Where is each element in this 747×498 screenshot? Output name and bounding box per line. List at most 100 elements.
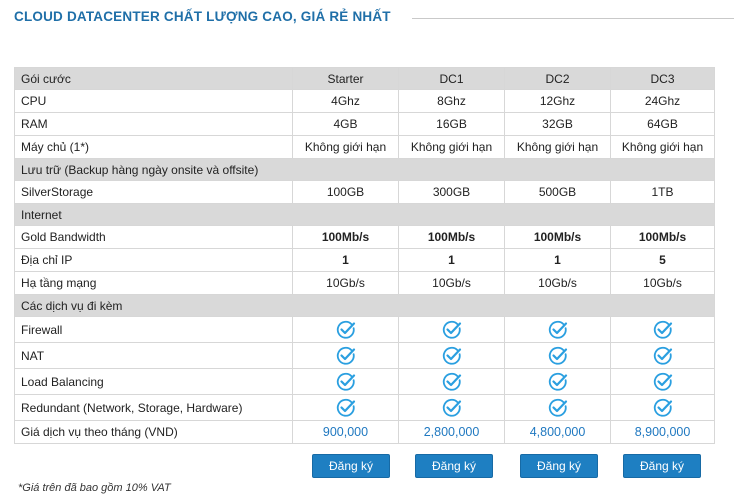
checkmark-circle-icon — [653, 372, 672, 391]
header-plan-dc3: DC3 — [610, 67, 715, 90]
cell-dc3: 5 — [610, 248, 715, 272]
cell-dc3 — [610, 316, 715, 343]
checkmark-circle-icon — [548, 346, 567, 365]
checkmark-circle-icon — [653, 346, 672, 365]
row-label: SilverStorage — [14, 180, 293, 204]
cell-dc2: 500GB — [504, 180, 611, 204]
section-row: Lưu trữ (Backup hàng ngày onsite và offs… — [14, 158, 715, 181]
signup-button-starter[interactable]: Đăng ký — [312, 454, 390, 478]
row-label: Load Balancing — [14, 368, 293, 395]
price-dc3: 8,900,000 — [610, 420, 715, 444]
cell-starter: 100Mb/s — [292, 225, 399, 249]
cell-dc1 — [398, 394, 505, 421]
cell-dc2 — [504, 394, 611, 421]
signup-row: Đăng ký Đăng ký Đăng ký Đăng ký — [0, 454, 747, 478]
checkmark-circle-icon — [336, 398, 355, 417]
page-heading: CLOUD DATACENTER CHẤT LƯỢNG CAO, GIÁ RẺ … — [14, 9, 391, 24]
cell-dc3 — [610, 342, 715, 369]
checkmark-circle-icon — [548, 320, 567, 339]
cell-dc1: 10Gb/s — [398, 271, 505, 295]
row-label: Máy chủ (1*) — [14, 135, 293, 159]
table-row: CPU 4Ghz 8Ghz 12Ghz 24Ghz — [14, 89, 715, 113]
cell-starter — [292, 342, 399, 369]
cell-dc1 — [398, 316, 505, 343]
cell-starter — [292, 316, 399, 343]
row-label: Redundant (Network, Storage, Hardware) — [14, 394, 293, 421]
cell-dc3 — [610, 368, 715, 395]
price-dc2: 4,800,000 — [504, 420, 611, 444]
cell-dc2: Không giới hạn — [504, 135, 611, 159]
cell-dc2: 1 — [504, 248, 611, 272]
cell-dc2: 100Mb/s — [504, 225, 611, 249]
cell-dc1: 16GB — [398, 112, 505, 136]
checkmark-circle-icon — [442, 398, 461, 417]
cell-starter — [292, 368, 399, 395]
checkmark-circle-icon — [442, 372, 461, 391]
section-label: Internet — [14, 203, 715, 226]
checkmark-circle-icon — [336, 320, 355, 339]
header-package-label: Gói cước — [14, 67, 293, 90]
table-row: Redundant (Network, Storage, Hardware) — [14, 394, 715, 421]
table-row: Máy chủ (1*) Không giới hạn Không giới hạn… — [14, 135, 715, 159]
cell-starter: Không giới hạn — [292, 135, 399, 159]
price-dc1: 2,800,000 — [398, 420, 505, 444]
checkmark-circle-icon — [442, 346, 461, 365]
table-row: SilverStorage 100GB 300GB 500GB 1TB — [14, 180, 715, 204]
row-label: Địa chỉ IP — [14, 248, 293, 272]
cell-dc1: 1 — [398, 248, 505, 272]
table-row: Gold Bandwidth 100Mb/s 100Mb/s 100Mb/s 100Mb… — [14, 225, 715, 249]
cell-dc2 — [504, 368, 611, 395]
section-row: Internet — [14, 203, 715, 226]
section-label: Lưu trữ (Backup hàng ngày onsite và offs… — [14, 158, 715, 181]
cell-dc1 — [398, 342, 505, 369]
table-row: Hạ tầng mạng 10Gb/s 10Gb/s 10Gb/s 10Gb/s — [14, 271, 715, 295]
pricing-table: Gói cước Starter DC1 DC2 DC3 CPU 4Ghz 8Ghz 12Ghz… — [14, 67, 715, 444]
cell-dc3: 10Gb/s — [610, 271, 715, 295]
cell-starter: 1 — [292, 248, 399, 272]
checkmark-circle-icon — [548, 398, 567, 417]
heading-row: CLOUD DATACENTER CHẤT LƯỢNG CAO, GIÁ RẺ … — [14, 6, 734, 30]
cell-starter: 4Ghz — [292, 89, 399, 113]
cell-dc3: 64GB — [610, 112, 715, 136]
cell-dc1: 100Mb/s — [398, 225, 505, 249]
checkmark-circle-icon — [442, 320, 461, 339]
cell-dc3: 100Mb/s — [610, 225, 715, 249]
signup-button-dc2[interactable]: Đăng ký — [520, 454, 598, 478]
cell-dc2 — [504, 342, 611, 369]
table-row: Địa chỉ IP 1 1 1 5 — [14, 248, 715, 272]
checkmark-circle-icon — [653, 398, 672, 417]
table-row: RAM 4GB 16GB 32GB 64GB — [14, 112, 715, 136]
cell-dc2 — [504, 316, 611, 343]
table-row: NAT — [14, 342, 715, 369]
cell-dc1: Không giới hạn — [398, 135, 505, 159]
header-plan-dc1: DC1 — [398, 67, 505, 90]
checkmark-circle-icon — [336, 346, 355, 365]
cell-dc2: 12Ghz — [504, 89, 611, 113]
section-row: Các dịch vụ đi kèm — [14, 294, 715, 317]
table-row: Giá dịch vụ theo tháng (VND) 900,000 2,800… — [14, 420, 715, 444]
signup-button-dc1[interactable]: Đăng ký — [415, 454, 493, 478]
header-plan-starter: Starter — [292, 67, 399, 90]
cell-dc1 — [398, 368, 505, 395]
cell-dc1: 8Ghz — [398, 89, 505, 113]
table-header-row: Gói cước Starter DC1 DC2 DC3 — [14, 67, 715, 90]
cell-dc3: 24Ghz — [610, 89, 715, 113]
section-label: Các dịch vụ đi kèm — [14, 294, 715, 317]
row-label: Gold Bandwidth — [14, 225, 293, 249]
cell-dc2: 10Gb/s — [504, 271, 611, 295]
checkmark-circle-icon — [653, 320, 672, 339]
cell-starter: 10Gb/s — [292, 271, 399, 295]
cell-dc3 — [610, 394, 715, 421]
row-label: Firewall — [14, 316, 293, 343]
row-label: Giá dịch vụ theo tháng (VND) — [14, 420, 293, 444]
signup-button-dc3[interactable]: Đăng ký — [623, 454, 701, 478]
cell-dc3: 1TB — [610, 180, 715, 204]
table-row: Load Balancing — [14, 368, 715, 395]
cell-dc1: 300GB — [398, 180, 505, 204]
cell-dc2: 32GB — [504, 112, 611, 136]
cell-starter: 100GB — [292, 180, 399, 204]
cell-starter: 4GB — [292, 112, 399, 136]
row-label: RAM — [14, 112, 293, 136]
price-starter: 900,000 — [292, 420, 399, 444]
table-row: Firewall — [14, 316, 715, 343]
